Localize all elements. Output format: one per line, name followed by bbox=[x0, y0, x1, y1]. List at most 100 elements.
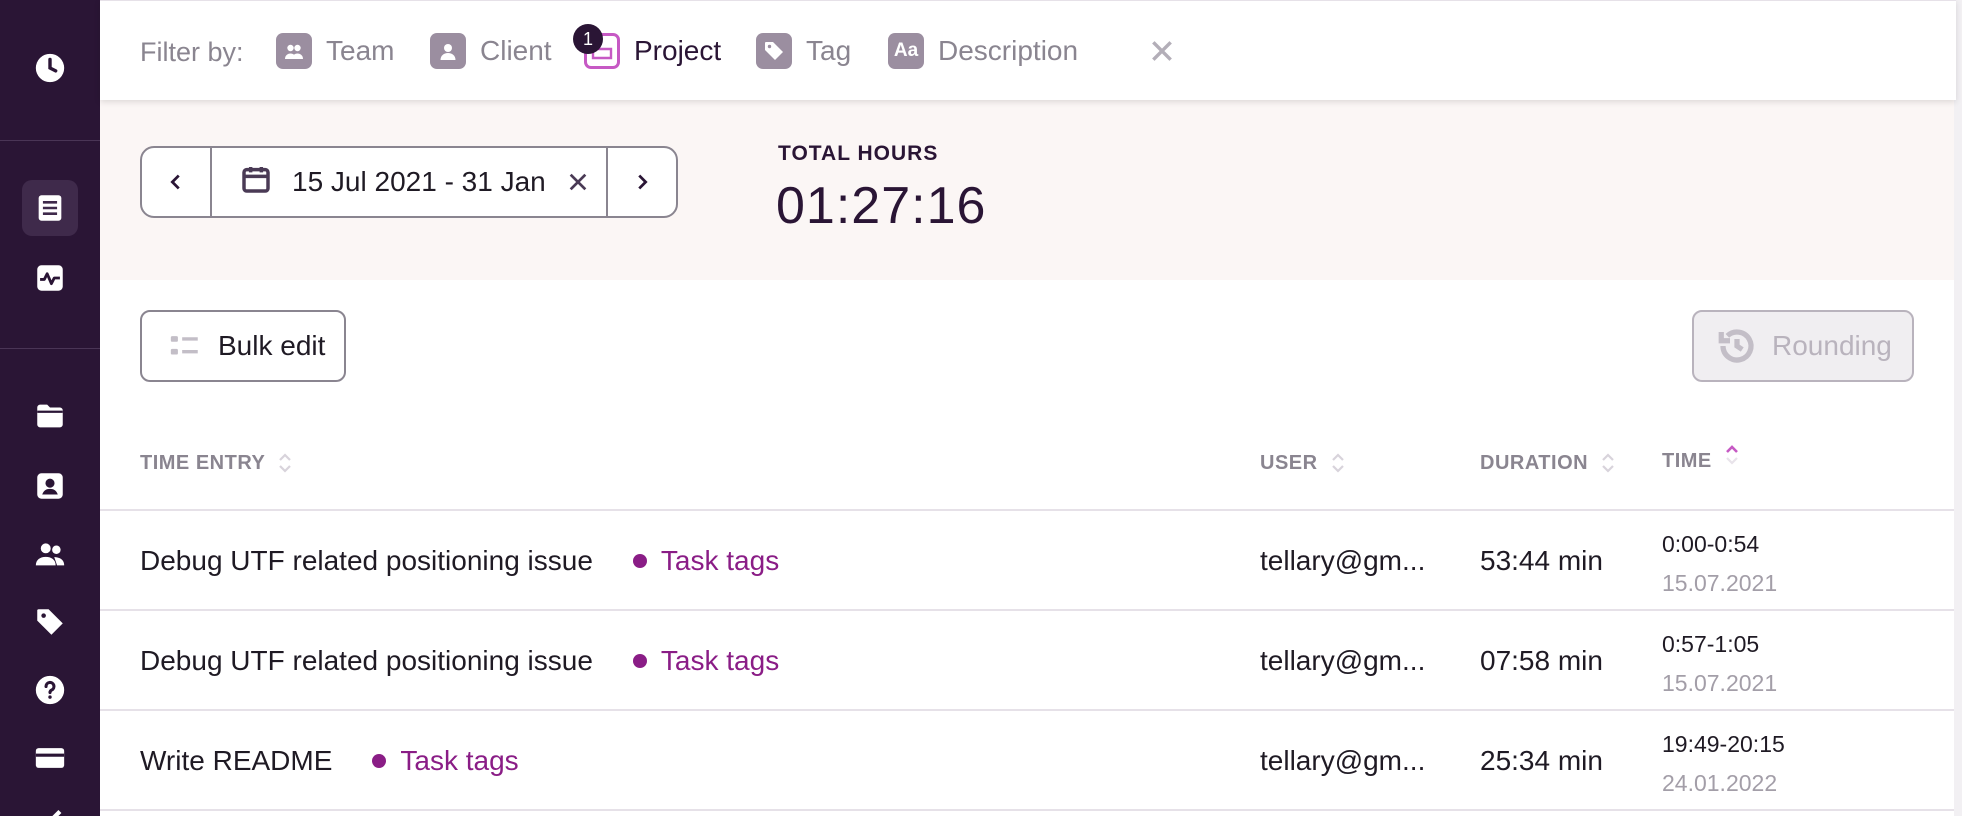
project-icon: 1 bbox=[573, 24, 620, 69]
filter-bar: Filter by: Team Client 1 Project Tag Aa … bbox=[100, 0, 1956, 100]
user-email: tellary@gm... bbox=[1260, 645, 1426, 676]
next-range-button[interactable] bbox=[606, 148, 676, 216]
team-icon bbox=[276, 33, 312, 69]
entry-date: 24.01.2022 bbox=[1662, 770, 1778, 796]
table-row[interactable]: Write README Task tags tellary@gm... 25:… bbox=[100, 711, 1956, 811]
duration-cell: 25:34 min bbox=[1480, 745, 1603, 776]
chevron-left-icon bbox=[170, 174, 180, 190]
time-cell: 19:49-20:15 24.01.2022 bbox=[1662, 731, 1785, 797]
billing-icon[interactable] bbox=[22, 730, 78, 786]
entry-cell: Write README Task tags bbox=[140, 711, 519, 811]
date-range-field[interactable]: 15 Jul 2021 - 31 Jan bbox=[212, 148, 606, 216]
sort-icon bbox=[1331, 453, 1344, 473]
description-icon: Aa bbox=[888, 33, 924, 69]
task-tags-link[interactable]: Task tags bbox=[632, 645, 780, 677]
entry-date: 15.07.2021 bbox=[1662, 670, 1778, 696]
user-email: tellary@gm... bbox=[1260, 745, 1426, 776]
tag-dot bbox=[632, 554, 647, 568]
calendar-icon bbox=[240, 163, 272, 202]
table-row[interactable]: Debug UTF related positioning issue Task… bbox=[100, 511, 1956, 611]
time-cell: 0:57-1:05 15.07.2021 bbox=[1662, 631, 1777, 697]
clear-filters-button[interactable] bbox=[1142, 31, 1182, 71]
column-header-duration[interactable]: DURATION bbox=[1480, 450, 1616, 476]
column-header-label: DURATION bbox=[1480, 451, 1589, 474]
column-header-label: USER bbox=[1260, 451, 1318, 474]
filter-team[interactable]: Team bbox=[276, 31, 394, 71]
sort-icon bbox=[279, 453, 292, 473]
rounding-label: Rounding bbox=[1772, 330, 1892, 361]
entry-description[interactable]: Debug UTF related positioning issue bbox=[140, 645, 593, 677]
user-cell: tellary@gm... bbox=[1260, 511, 1430, 611]
tag-icon[interactable] bbox=[22, 594, 78, 650]
task-tags-link[interactable]: Task tags bbox=[632, 545, 780, 577]
history-icon bbox=[1718, 329, 1754, 363]
tag-icon bbox=[756, 33, 792, 69]
activity-icon[interactable] bbox=[22, 250, 78, 306]
sidebar-divider bbox=[0, 348, 100, 349]
sidebar-divider bbox=[0, 140, 100, 141]
folder-icon[interactable] bbox=[22, 388, 78, 444]
task-tags-link[interactable]: Task tags bbox=[372, 745, 519, 777]
table-divider bbox=[100, 809, 1956, 811]
tag-label: Task tags bbox=[660, 645, 780, 676]
entry-description[interactable]: Debug UTF related positioning issue bbox=[140, 545, 593, 577]
filter-client[interactable]: Client bbox=[430, 31, 552, 71]
clock-icon[interactable] bbox=[22, 40, 78, 96]
sort-ascending-icon bbox=[1725, 444, 1738, 465]
close-icon bbox=[1152, 41, 1172, 61]
date-range-picker: 15 Jul 2021 - 31 Jan bbox=[140, 146, 678, 218]
chevron-right-icon bbox=[638, 174, 648, 190]
filter-tag-label: Tag bbox=[806, 35, 852, 66]
rounding-button[interactable]: Rounding bbox=[1692, 310, 1914, 382]
column-header-label: TIME ENTRY bbox=[140, 451, 266, 474]
bulk-edit-label: Bulk edit bbox=[218, 330, 326, 361]
clear-date-button[interactable] bbox=[564, 168, 592, 196]
filter-project-label: Project bbox=[634, 35, 722, 66]
column-header-label: TIME bbox=[1662, 450, 1712, 472]
tag-dot bbox=[632, 654, 647, 668]
sidebar bbox=[0, 0, 100, 816]
total-hours-value: 01:27:16 bbox=[776, 177, 987, 235]
close-icon bbox=[569, 173, 587, 191]
table-row[interactable]: Debug UTF related positioning issue Task… bbox=[100, 611, 1956, 711]
filter-team-label: Team bbox=[326, 35, 395, 66]
client-icon[interactable] bbox=[22, 458, 78, 514]
filter-tag[interactable]: Tag bbox=[756, 31, 851, 71]
duration-cell: 53:44 min bbox=[1480, 545, 1603, 576]
bulk-edit-button[interactable]: Bulk edit bbox=[140, 310, 346, 382]
column-header-time-entry[interactable]: TIME ENTRY bbox=[140, 450, 293, 476]
team-icon[interactable] bbox=[22, 526, 78, 582]
time-range: 19:49-20:15 bbox=[1662, 731, 1785, 757]
user-cell: tellary@gm... bbox=[1260, 711, 1430, 811]
entry-cell: Debug UTF related positioning issue Task… bbox=[140, 611, 779, 711]
filter-project[interactable]: 1 Project bbox=[573, 24, 722, 71]
scrollbar[interactable] bbox=[1954, 0, 1962, 816]
time-range: 0:00-0:54 bbox=[1662, 531, 1760, 557]
entry-description[interactable]: Write README bbox=[140, 745, 332, 777]
filter-description-label: Description bbox=[938, 35, 1079, 66]
filter-count-badge: 1 bbox=[573, 24, 603, 54]
filter-client-label: Client bbox=[480, 35, 552, 66]
duration-cell: 07:58 min bbox=[1480, 645, 1603, 676]
help-icon[interactable] bbox=[22, 662, 78, 718]
column-header-time[interactable]: TIME bbox=[1662, 444, 1740, 473]
entry-cell: Debug UTF related positioning issue Task… bbox=[140, 511, 779, 611]
tag-label: Task tags bbox=[400, 745, 519, 776]
tag-dot bbox=[372, 754, 387, 768]
entry-date: 15.07.2021 bbox=[1662, 570, 1778, 596]
client-icon bbox=[430, 33, 466, 69]
timesheet-icon[interactable] bbox=[22, 180, 78, 236]
filter-description[interactable]: Aa Description bbox=[888, 31, 1078, 71]
column-header-user[interactable]: USER bbox=[1260, 450, 1346, 476]
list-icon bbox=[170, 336, 198, 355]
filter-label: Filter by: bbox=[140, 37, 244, 67]
time-cell: 0:00-0:54 15.07.2021 bbox=[1662, 531, 1777, 597]
date-range-text: 15 Jul 2021 - 31 Jan bbox=[292, 166, 546, 197]
user-cell: tellary@gm... bbox=[1260, 611, 1430, 711]
previous-range-button[interactable] bbox=[142, 148, 212, 216]
tag-label: Task tags bbox=[660, 545, 780, 576]
sort-icon bbox=[1602, 453, 1614, 473]
summary-panel: 15 Jul 2021 - 31 Jan TOTAL HOURS 01:27:1… bbox=[100, 100, 1956, 280]
time-range: 0:57-1:05 bbox=[1662, 631, 1760, 657]
check-icon[interactable] bbox=[22, 792, 78, 816]
